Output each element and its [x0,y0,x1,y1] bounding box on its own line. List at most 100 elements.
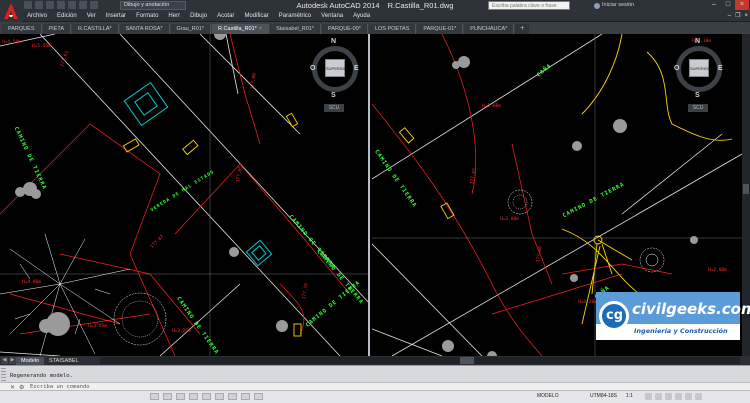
minimize-icon[interactable]: – [707,0,721,10]
search-input[interactable] [488,1,570,10]
command-input[interactable] [30,384,630,390]
window-controls: – □ × [707,0,749,10]
redo-icon[interactable] [90,1,98,9]
viewport-left[interactable]: CAMINO DE TIERRA VEREDA DE MAL ESTADO CA… [0,34,370,356]
autocad-logo-button[interactable] [0,0,22,22]
doc-restore-icon[interactable]: ❐ [735,11,740,21]
menu-edicion[interactable]: Edición [52,11,82,21]
plot-icon[interactable] [68,1,76,9]
tab-parque-09[interactable]: PARQUE-09* [322,24,368,34]
wrench-icon[interactable]: ⚙ [19,384,24,391]
layout-tabs: ◀ ▶ Modelo STAISABEL [0,356,750,365]
scroll-thumb[interactable] [460,357,474,364]
tab-punchauca[interactable]: PUNCHAUCA* [464,24,515,34]
tab-grau[interactable]: Grau_R01* [170,24,212,34]
maximize-icon[interactable]: □ [721,0,735,10]
lock-icon[interactable] [665,393,672,400]
lwt-toggle-icon[interactable] [254,393,263,400]
ortho-toggle-icon[interactable] [176,393,185,400]
tab-los-poetas[interactable]: LOS POETAS [368,24,417,34]
tab-r-castilla-r01[interactable]: R.Castilla_R01* × [212,24,270,34]
snap-toggle-icon[interactable] [150,393,159,400]
first-layout-icon[interactable]: ◀ [1,357,8,364]
viewcube[interactable]: SUPERIOR N S E O SCU [674,38,726,114]
ducs-toggle-icon[interactable] [228,393,237,400]
ucs-menu[interactable]: SCU [688,104,708,112]
viewcube-face[interactable]: SUPERIOR [689,59,711,77]
menu-herr[interactable]: Herr [163,11,185,21]
document-controls: – ❐ × [728,11,748,21]
tab-staisabel-layout[interactable]: STAISABEL [44,357,84,365]
compass-east: E [354,65,359,72]
app-name: Autodesk AutoCAD 2014 [296,1,380,10]
grid-toggle-icon[interactable] [163,393,172,400]
height-label: H=4.50m [2,40,21,45]
annotation-visibility-icon[interactable] [645,393,652,400]
scroll-thumb[interactable] [743,184,749,194]
tab-parques[interactable]: PARQUES [2,24,42,34]
tab-santa-rosa[interactable]: SANTA ROSA* [119,24,170,34]
polar-toggle-icon[interactable] [189,393,198,400]
new-icon[interactable] [24,1,32,9]
tab-pieta[interactable]: PIETA [42,24,71,34]
isolate-objects-icon[interactable] [685,393,692,400]
file-tabs: PARQUES PIETA R.CASTILLA* SANTA ROSA* Gr… [0,22,750,34]
viewcube-face[interactable]: SUPERIOR [325,59,347,77]
close-tab-icon[interactable]: × [259,26,262,32]
undo-icon[interactable] [79,1,87,9]
compass-west: O [674,65,680,72]
menu-archivo[interactable]: Archivo [22,11,52,21]
drag-handle[interactable] [1,368,6,381]
ucs-menu[interactable]: SCU [324,104,344,112]
tab-staisabel[interactable]: Staisabel_R01* [270,24,322,34]
tab-parque-01[interactable]: PARQUE-01* [417,24,464,34]
osnap-toggle-icon[interactable] [202,393,211,400]
open-icon[interactable] [35,1,43,9]
height-label: H=5.95m [32,44,51,49]
tab-modelo[interactable]: Modelo [16,356,45,365]
last-layout-icon[interactable]: ▶ [9,357,16,364]
tab-label: PARQUES [8,26,35,32]
menu-ventana[interactable]: Ventana [316,11,348,21]
menu-ver[interactable]: Ver [82,11,101,21]
tab-label: R.Castilla_R01* [218,26,257,32]
compass-north: N [331,38,337,45]
tab-label: SANTA ROSA* [125,26,163,32]
dyn-toggle-icon[interactable] [241,393,250,400]
user-icon [594,2,600,9]
save-icon[interactable] [46,1,54,9]
doc-minimize-icon[interactable]: – [728,11,731,21]
save-as-icon[interactable] [57,1,65,9]
otrack-toggle-icon[interactable] [215,393,224,400]
coordinate-system-label[interactable]: UTM84-18S [590,393,617,399]
status-bar: MODELO UTM84-18S 1:1 [0,391,750,403]
menu-ayuda[interactable]: Ayuda [348,11,375,21]
menu-formato[interactable]: Formato [131,11,163,21]
menu-modificar[interactable]: Modificar [239,11,273,21]
menu-insertar[interactable]: Insertar [101,11,131,21]
tab-label: LOS POETAS [374,26,410,32]
workspace-selector[interactable]: Dibujo y anotación [120,1,186,10]
tab-r-castilla[interactable]: R.CASTILLA* [72,24,119,34]
menu-parametrico[interactable]: Paramétrico [274,11,316,21]
clean-screen-icon[interactable] [695,393,702,400]
doc-close-icon[interactable]: × [744,11,748,21]
model-space-button[interactable]: MODELO [537,393,559,399]
annotation-scale[interactable]: 1:1 [626,393,633,399]
window-title: Autodesk AutoCAD 2014 R.Castilla_R01.dwg [0,1,750,10]
workspace-switch-icon[interactable] [655,393,662,400]
viewcube[interactable]: SUPERIOR N S E O SCU [310,38,362,114]
drafting-toggles [150,393,263,400]
horizontal-scrollbar[interactable] [100,357,740,364]
tab-label: R.CASTILLA* [78,26,112,32]
hardware-acceleration-icon[interactable] [675,393,682,400]
menu-acotar[interactable]: Acotar [212,11,239,21]
new-tab-icon[interactable]: + [515,24,530,34]
sign-in[interactable]: Iniciar sesión [594,1,634,10]
drawing-area[interactable]: CAMINO DE TIERRA VEREDA DE MAL ESTADO CA… [0,34,750,356]
height-label: H=3.85m [88,324,107,329]
tab-label: PARQUE-09* [328,26,361,32]
close-icon[interactable]: × [735,0,749,10]
close-icon[interactable]: ✕ [10,384,15,391]
menu-dibujo[interactable]: Dibujo [185,11,212,21]
